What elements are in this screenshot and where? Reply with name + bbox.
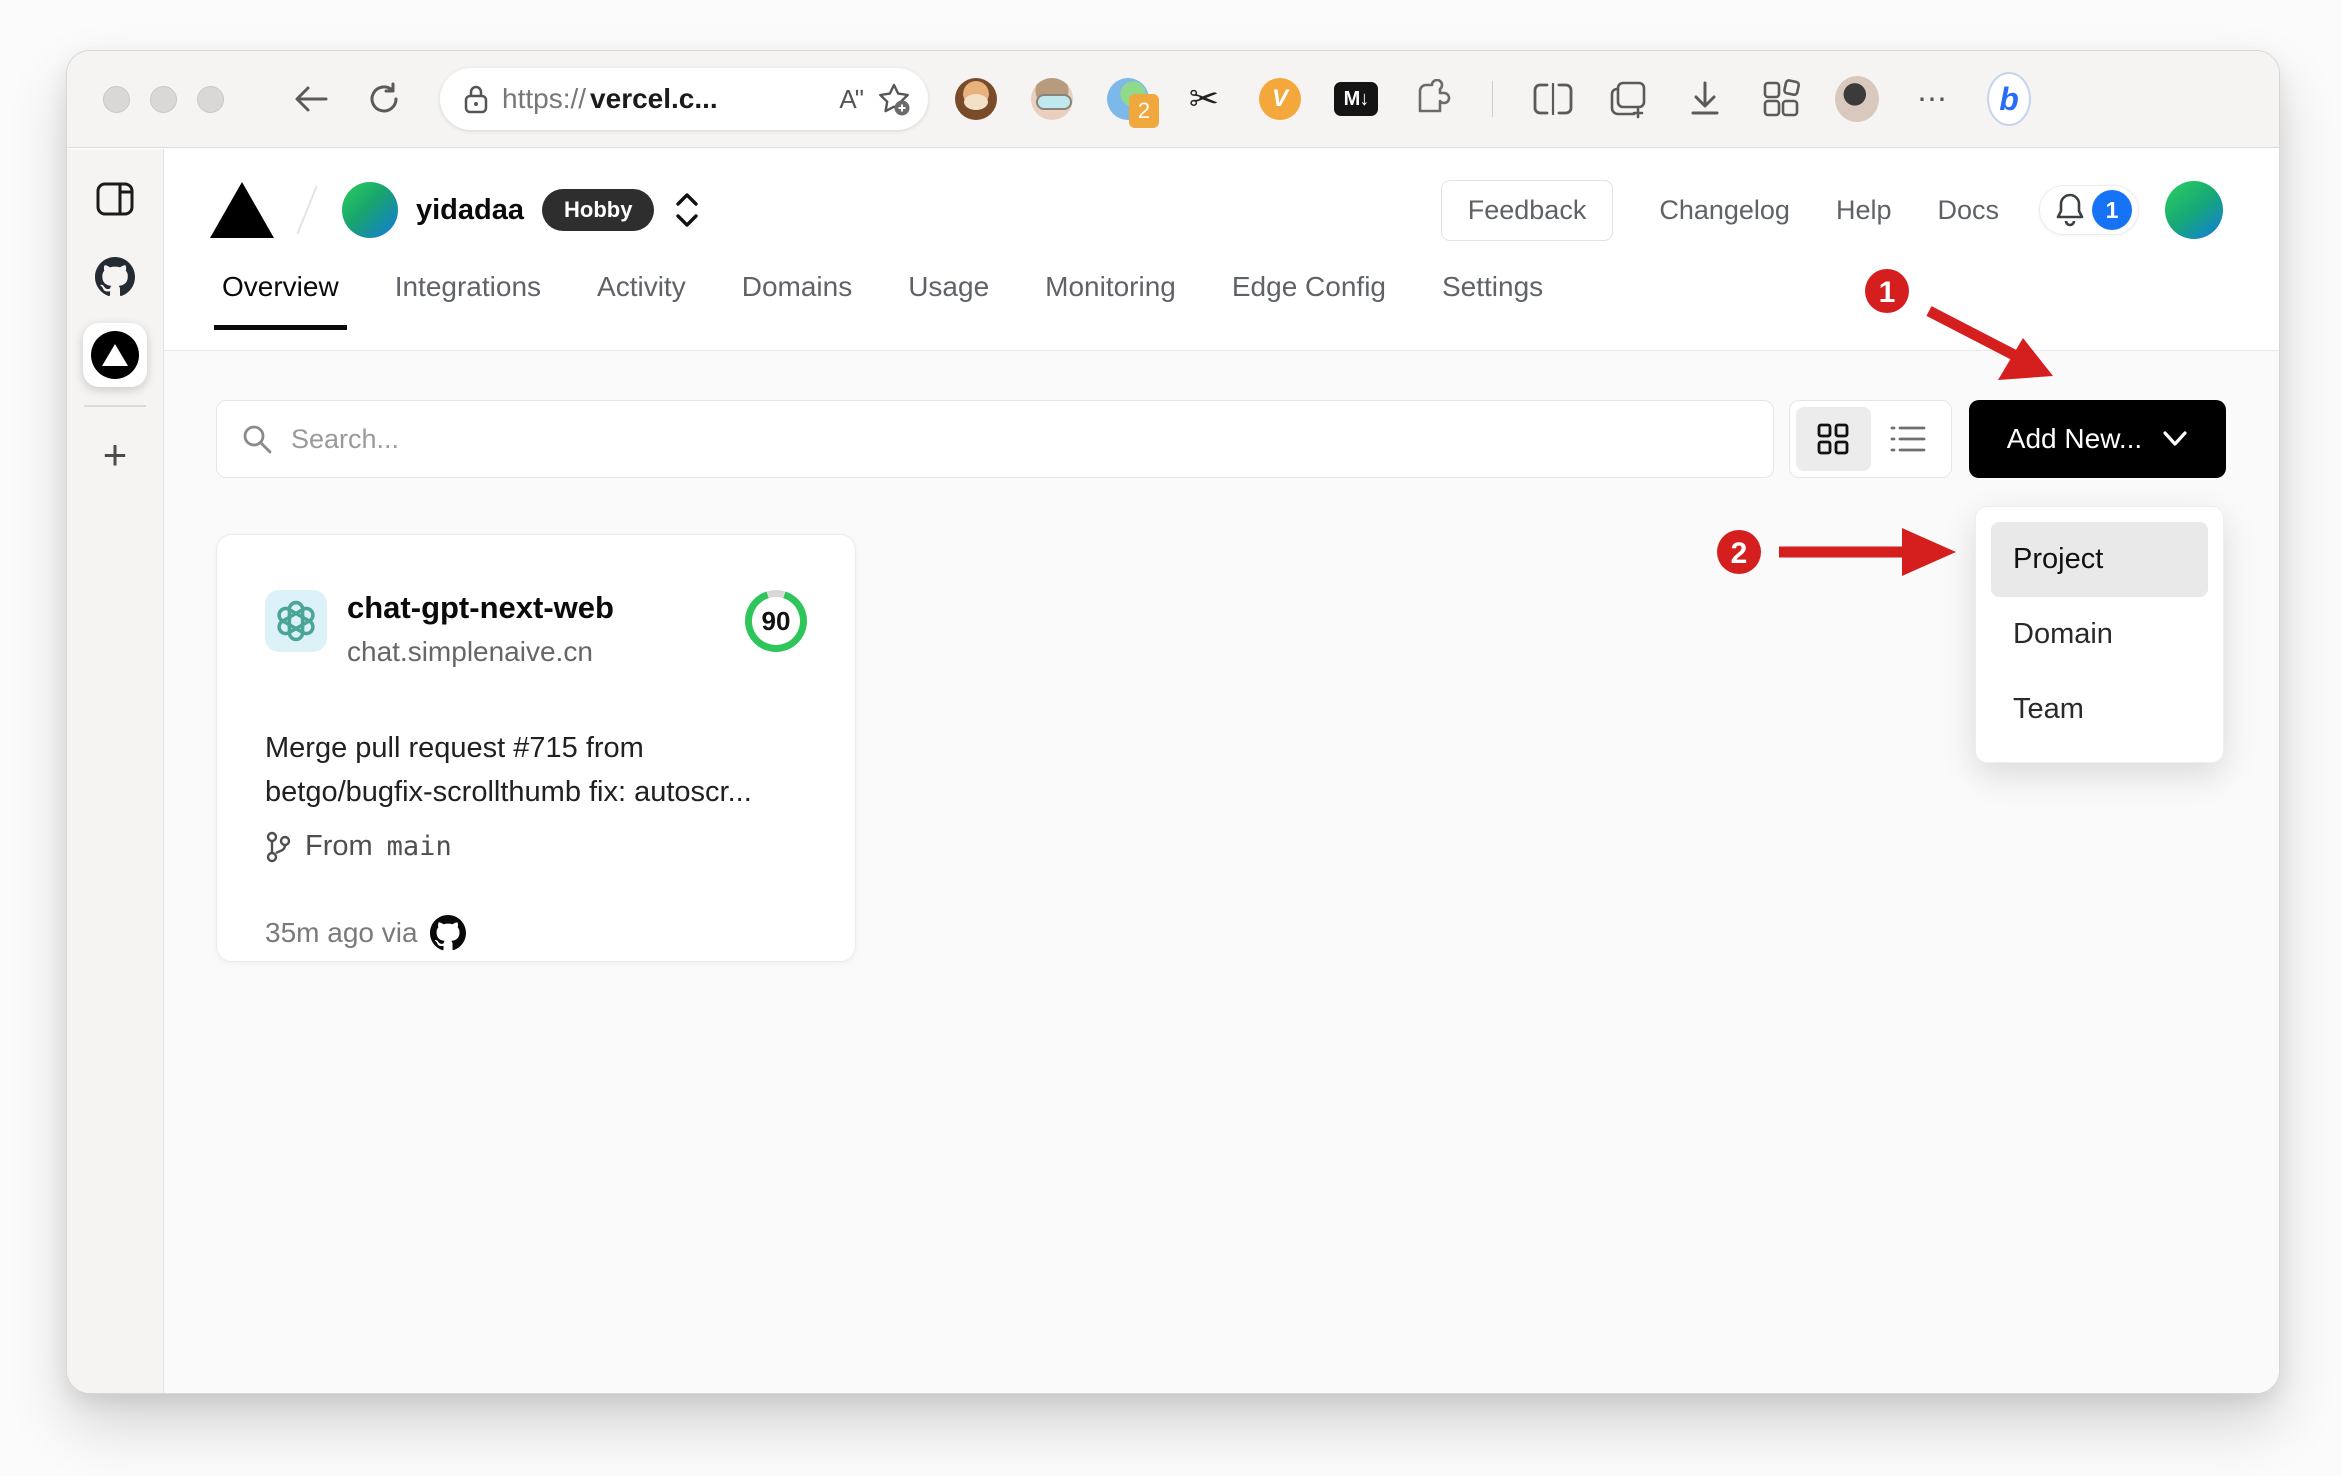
dashboard-header: yidadaa Hobby Feedback Changelog Help Do… — [164, 149, 2279, 351]
feedback-button[interactable]: Feedback — [1440, 179, 1614, 241]
profile-avatar[interactable] — [1835, 76, 1879, 122]
avatar-extension-icon[interactable] — [1030, 77, 1074, 121]
score-value: 90 — [752, 597, 800, 645]
tab-domains[interactable]: Domains — [740, 271, 854, 329]
extensions-puzzle-icon[interactable] — [1410, 77, 1454, 121]
project-name[interactable]: chat-gpt-next-web — [347, 590, 745, 626]
dashboard-tabs: Overview Integrations Activity Domains U… — [210, 271, 2223, 330]
tab-monitoring[interactable]: Monitoring — [1043, 271, 1178, 329]
tampermonkey-extension-icon[interactable] — [954, 77, 998, 121]
tab-integrations[interactable]: Integrations — [393, 271, 543, 329]
address-bar[interactable]: https://vercel.c... Aʺ — [440, 68, 928, 130]
notifications-button[interactable]: 1 — [2039, 185, 2139, 235]
search-box — [216, 400, 1774, 478]
read-aloud-icon[interactable]: Aʺ — [839, 84, 864, 115]
chevron-down-icon — [2163, 431, 2187, 446]
view-toggle — [1789, 400, 1952, 478]
reload-button[interactable] — [366, 81, 402, 117]
breadcrumb-team-name[interactable]: yidadaa — [416, 194, 524, 227]
lock-icon — [464, 85, 488, 114]
window-controls — [103, 85, 224, 113]
plan-badge: Hobby — [542, 189, 655, 231]
team-switcher-button[interactable] — [674, 190, 700, 230]
list-view-button[interactable] — [1871, 407, 1946, 471]
docs-link[interactable]: Docs — [1937, 195, 1999, 226]
github-icon — [95, 257, 135, 297]
markdown-download-extension-icon[interactable]: M↓ — [1334, 77, 1378, 121]
sidebar-panel-icon — [96, 182, 134, 216]
reload-icon — [370, 82, 398, 113]
toolbar-divider — [1492, 81, 1493, 117]
proxy-extension-icon[interactable]: 2 — [1106, 77, 1159, 128]
projects-toolbar: Add New... — [216, 400, 2226, 478]
proxy-badge: 2 — [1129, 94, 1159, 128]
notification-count-badge: 1 — [2092, 190, 2132, 230]
add-new-button[interactable]: Add New... — [1969, 400, 2226, 478]
from-label: From — [305, 830, 373, 862]
plus-icon: + — [102, 431, 128, 478]
sidebar-item-github[interactable] — [83, 245, 147, 309]
tab-settings[interactable]: Settings — [1440, 271, 1545, 329]
project-domain[interactable]: chat.simplenaive.cn — [347, 636, 745, 668]
team-avatar — [342, 182, 398, 238]
deploy-time: 35m ago via — [265, 917, 418, 948]
split-screen-icon[interactable] — [1531, 77, 1575, 121]
project-card[interactable]: chat-gpt-next-web chat.simplenaive.cn 90… — [216, 534, 856, 962]
bell-icon — [2056, 193, 2084, 227]
browser-window: https://vercel.c... Aʺ 2 ✂ V M↓ ⋯ b + yi… — [66, 50, 2280, 1394]
git-branch-icon — [266, 831, 291, 862]
openai-icon — [277, 600, 315, 642]
grid-view-icon — [1817, 423, 1849, 455]
user-avatar[interactable] — [2165, 181, 2223, 239]
sidebar-divider — [84, 405, 146, 407]
help-link[interactable]: Help — [1836, 195, 1892, 226]
add-favorite-icon[interactable] — [876, 81, 912, 117]
search-input[interactable] — [291, 423, 1749, 455]
tab-edge-config[interactable]: Edge Config — [1230, 271, 1388, 329]
score-ring[interactable]: 90 — [745, 590, 807, 652]
dropdown-item-team[interactable]: Team — [1991, 672, 2208, 747]
add-new-dropdown: Project Domain Team — [1975, 506, 2224, 763]
url-host: vercel.c... — [590, 83, 718, 114]
vercel-logo[interactable] — [210, 182, 274, 238]
back-button[interactable] — [292, 82, 330, 116]
minimize-window-button[interactable] — [150, 85, 177, 113]
grid-view-button[interactable] — [1796, 407, 1871, 471]
extensions-row: 2 ✂ V M↓ ⋯ b — [954, 72, 2031, 128]
collections-icon[interactable] — [1607, 77, 1651, 121]
commit-message: Merge pull request #715 from betgo/bugfi… — [265, 732, 752, 808]
bing-chat-icon[interactable]: b — [1987, 72, 2031, 126]
dropdown-item-domain[interactable]: Domain — [1991, 597, 2208, 672]
more-menu-icon[interactable]: ⋯ — [1911, 77, 1955, 121]
apps-icon[interactable] — [1759, 77, 1803, 121]
close-window-button[interactable] — [103, 85, 130, 113]
tab-usage[interactable]: Usage — [906, 271, 991, 329]
breadcrumb-divider — [296, 185, 318, 235]
tab-activity[interactable]: Activity — [595, 271, 688, 329]
project-logo — [265, 590, 327, 652]
list-view-icon — [1890, 426, 1926, 452]
sidebar-panel-button[interactable] — [83, 167, 147, 231]
url-scheme: https:// — [502, 83, 587, 114]
dashboard-content: Add New... Project Domain Team chat-gpt-… — [164, 351, 2279, 1393]
v-extension-icon[interactable]: V — [1258, 77, 1302, 121]
changelog-link[interactable]: Changelog — [1659, 195, 1790, 226]
browser-toolbar: https://vercel.c... Aʺ 2 ✂ V M↓ ⋯ b — [67, 51, 2279, 148]
add-new-label: Add New... — [2006, 423, 2143, 454]
tab-overview[interactable]: Overview — [214, 271, 347, 330]
search-icon — [243, 425, 272, 454]
sidebar-item-vercel[interactable] — [83, 323, 147, 387]
chevron-updown-icon — [676, 193, 699, 227]
downloads-icon[interactable] — [1683, 77, 1727, 121]
branch-name: main — [386, 831, 452, 862]
github-source-icon — [429, 915, 466, 951]
back-icon — [295, 86, 328, 112]
clipper-extension-icon[interactable]: ✂ — [1182, 77, 1226, 121]
dropdown-item-project[interactable]: Project — [1991, 522, 2208, 597]
vercel-dashboard: yidadaa Hobby Feedback Changelog Help Do… — [164, 149, 2279, 1393]
edge-sidebar: + — [67, 149, 164, 1393]
vercel-icon — [91, 331, 139, 379]
sidebar-add-button[interactable]: + — [83, 423, 147, 487]
zoom-window-button[interactable] — [197, 85, 224, 113]
